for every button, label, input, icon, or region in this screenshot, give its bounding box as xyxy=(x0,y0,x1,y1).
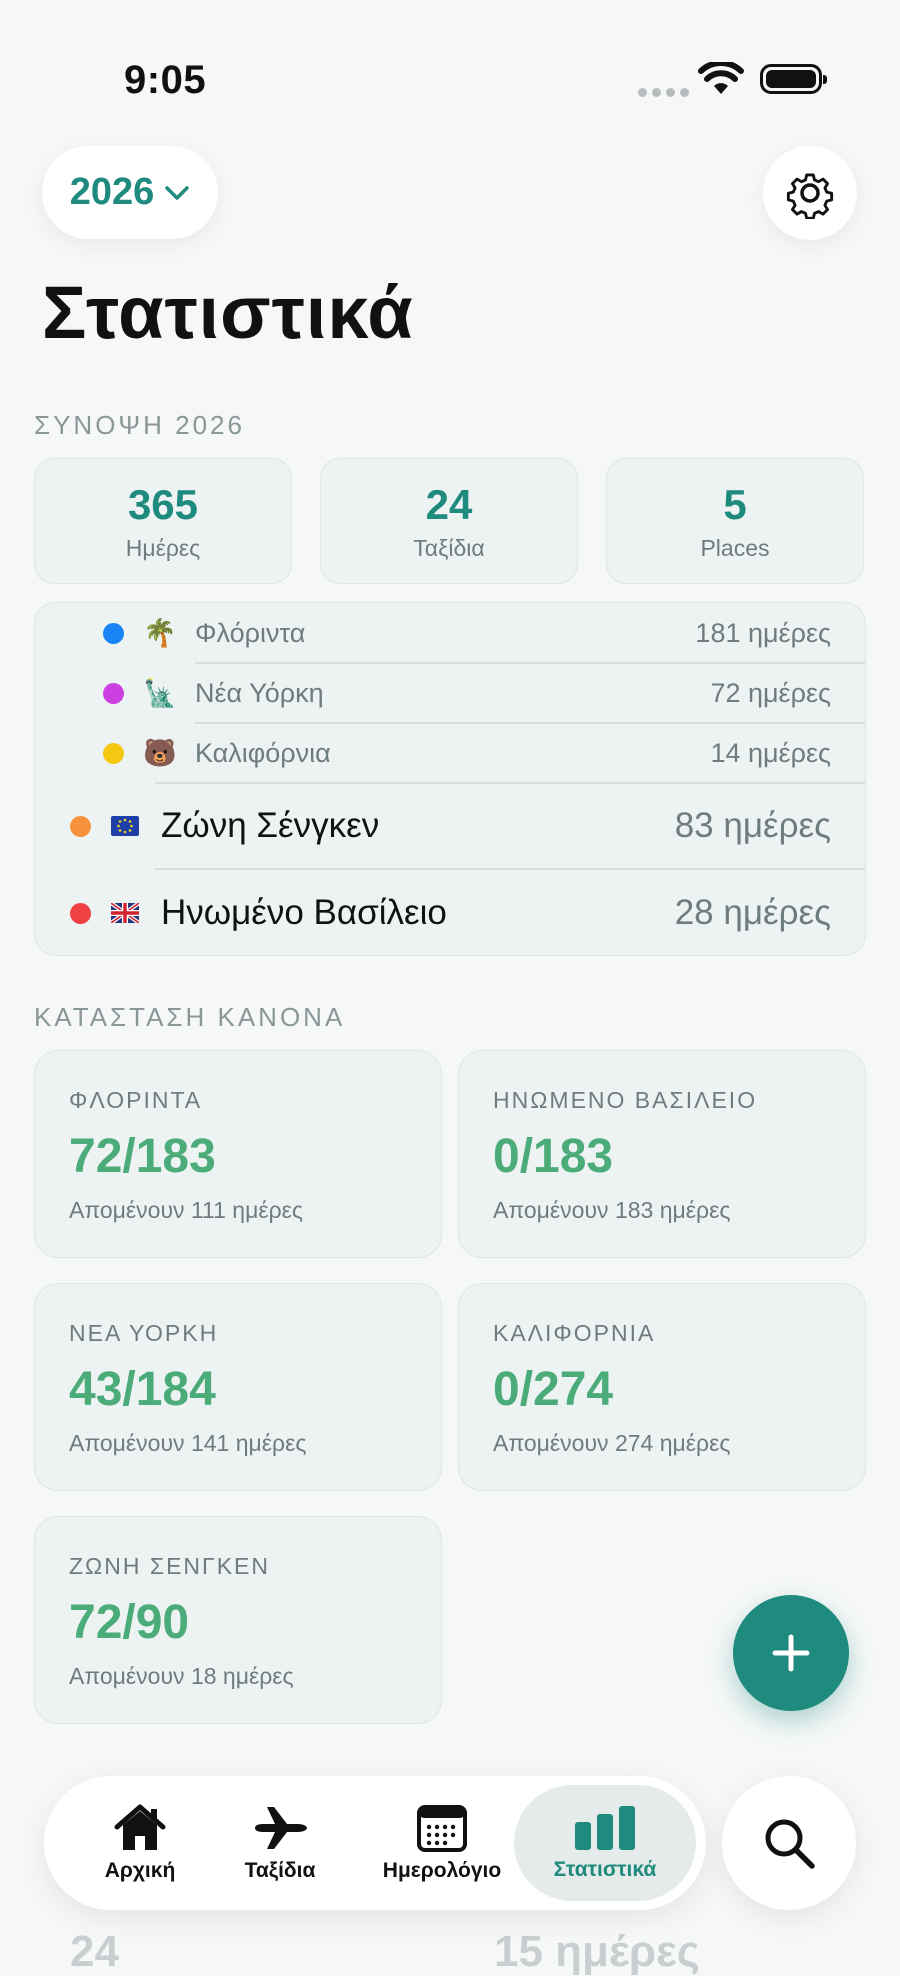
place-row-new-york[interactable]: 🗽 Νέα Υόρκη 72 ημέρες xyxy=(35,663,865,723)
color-dot xyxy=(70,902,91,924)
wifi-icon xyxy=(698,62,744,94)
status-time: 9:05 xyxy=(124,58,207,102)
place-row-schengen[interactable]: Ζώνη Σένγκεν 83 ημέρες xyxy=(35,783,865,869)
tab-label: Στατιστικά xyxy=(553,1858,657,1881)
add-trip-button[interactable] xyxy=(733,1595,849,1711)
rule-name: ΖΩΝΗ ΣΕΝΓΚΕΝ xyxy=(69,1553,270,1579)
rule-remaining: Απομένουν 111 ημέρες xyxy=(69,1197,304,1223)
color-dot xyxy=(103,622,124,644)
summary-days-value: 365 xyxy=(127,481,199,528)
bear-icon: 🐻 xyxy=(143,738,177,768)
rule-value: 43/184 xyxy=(69,1363,216,1416)
rule-value: 0/274 xyxy=(493,1363,614,1416)
search-button[interactable] xyxy=(722,1776,856,1910)
summary-section-label: ΣΥΝΟΨΗ 2026 xyxy=(34,410,245,440)
uk-flag-icon xyxy=(111,903,139,923)
place-name: Φλόριντα xyxy=(195,617,306,648)
rule-value: 0/183 xyxy=(493,1130,614,1183)
summary-places-value: 5 xyxy=(723,481,747,528)
tab-statistics[interactable]: Στατιστικά xyxy=(514,1785,696,1901)
house-icon xyxy=(114,1804,166,1850)
summary-trips-label: Ταξίδια xyxy=(413,535,485,561)
place-days: 14 ημέρες xyxy=(710,737,831,768)
airplane-icon xyxy=(255,1807,307,1849)
place-days: 83 ημέρες xyxy=(674,806,831,845)
summary-places-box: 5 Places xyxy=(606,458,864,584)
summary-places-label: Places xyxy=(700,535,770,561)
tab-bar: Αρχική Ταξίδια Ημερολόγιο Στατιστικά xyxy=(44,1776,706,1910)
place-days: 28 ημέρες xyxy=(674,893,831,932)
rule-card-schengen[interactable]: ΖΩΝΗ ΣΕΝΓΚΕΝ 72/90 Απομένουν 18 ημέρες xyxy=(34,1516,442,1724)
calendar-icon xyxy=(417,1805,467,1852)
search-icon xyxy=(765,1819,815,1869)
summary-days-label: Ημέρες xyxy=(125,535,201,561)
rule-card-new-york[interactable]: ΝΕΑ ΥΟΡΚΗ 43/184 Απομένουν 141 ημέρες xyxy=(34,1283,442,1491)
tab-label: Αρχική xyxy=(104,1859,176,1882)
place-name: Ηνωμένο Βασίλειο xyxy=(161,893,447,932)
year-label: 2026 xyxy=(69,171,155,213)
plus-icon xyxy=(772,1634,810,1672)
cellular-signal-icon xyxy=(638,88,689,97)
rule-value: 72/90 xyxy=(69,1596,190,1649)
rule-name: ΗΝΩΜΕΝΟ ΒΑΣΙΛΕΙΟ xyxy=(493,1087,758,1113)
rule-card-florida[interactable]: ΦΛΟΡΙΝΤΑ 72/183 Απομένουν 111 ημέρες xyxy=(34,1050,442,1258)
color-dot xyxy=(103,742,124,764)
place-name: Ζώνη Σένγκεν xyxy=(161,806,380,845)
place-row-california[interactable]: 🐻 Καλιφόρνια 14 ημέρες xyxy=(35,723,865,783)
page-title: Στατιστικά xyxy=(42,271,414,354)
summary-days-box: 365 Ημέρες xyxy=(34,458,292,584)
year-selector[interactable]: 2026 xyxy=(42,146,218,239)
tab-label: Ταξίδια xyxy=(244,1859,316,1882)
tab-label: Ημερολόγιο xyxy=(382,1859,502,1882)
rules-section-label: ΚΑΤΑΣΤΑΣΗ ΚΑΝΟΝΑ xyxy=(34,1002,346,1032)
tab-calendar[interactable]: Ημερολόγιο xyxy=(362,1776,522,1910)
rule-remaining: Απομένουν 141 ημέρες xyxy=(69,1430,307,1456)
rule-remaining: Απομένουν 18 ημέρες xyxy=(69,1663,294,1689)
battery-icon xyxy=(760,64,827,94)
palm-tree-icon: 🌴 xyxy=(143,618,177,648)
eu-flag-icon xyxy=(111,816,139,836)
bar-chart-icon xyxy=(575,1806,635,1850)
places-list: 🌴 Φλόριντα 181 ημέρες 🗽 Νέα Υόρκη 72 ημέ… xyxy=(34,602,866,956)
place-row-uk[interactable]: Ηνωμένο Βασίλειο 28 ημέρες xyxy=(35,869,865,955)
tab-home[interactable]: Αρχική xyxy=(84,1776,196,1910)
place-name: Καλιφόρνια xyxy=(195,737,331,768)
place-name: Νέα Υόρκη xyxy=(195,677,324,708)
rule-remaining: Απομένουν 274 ημέρες xyxy=(493,1430,731,1456)
summary-trips-value: 24 xyxy=(425,481,473,528)
settings-button[interactable] xyxy=(763,146,857,240)
rule-value: 72/183 xyxy=(69,1130,216,1183)
place-row-florida[interactable]: 🌴 Φλόριντα 181 ημέρες xyxy=(35,603,865,663)
rule-card-uk[interactable]: ΗΝΩΜΕΝΟ ΒΑΣΙΛΕΙΟ 0/183 Απομένουν 183 ημέ… xyxy=(458,1050,866,1258)
rule-card-california[interactable]: ΚΑΛΙΦΟΡΝΙΑ 0/274 Απομένουν 274 ημέρες xyxy=(458,1283,866,1491)
faded-value-left: 24 xyxy=(70,1927,119,1976)
color-dot xyxy=(103,682,124,704)
rule-name: ΚΑΛΙΦΟΡΝΙΑ xyxy=(493,1320,656,1346)
rule-remaining: Απομένουν 183 ημέρες xyxy=(493,1197,731,1223)
statue-of-liberty-icon: 🗽 xyxy=(143,678,177,708)
summary-trips-box: 24 Ταξίδια xyxy=(320,458,578,584)
tab-trips[interactable]: Ταξίδια xyxy=(224,1776,336,1910)
rule-name: ΝΕΑ ΥΟΡΚΗ xyxy=(69,1320,219,1346)
place-days: 72 ημέρες xyxy=(710,677,831,708)
faded-value-right: 15 ημέρες xyxy=(494,1927,700,1976)
place-days: 181 ημέρες xyxy=(695,617,831,648)
gear-icon xyxy=(786,173,834,219)
chevron-down-icon xyxy=(165,185,190,200)
color-dot xyxy=(70,815,91,837)
rule-name: ΦΛΟΡΙΝΤΑ xyxy=(69,1087,203,1113)
